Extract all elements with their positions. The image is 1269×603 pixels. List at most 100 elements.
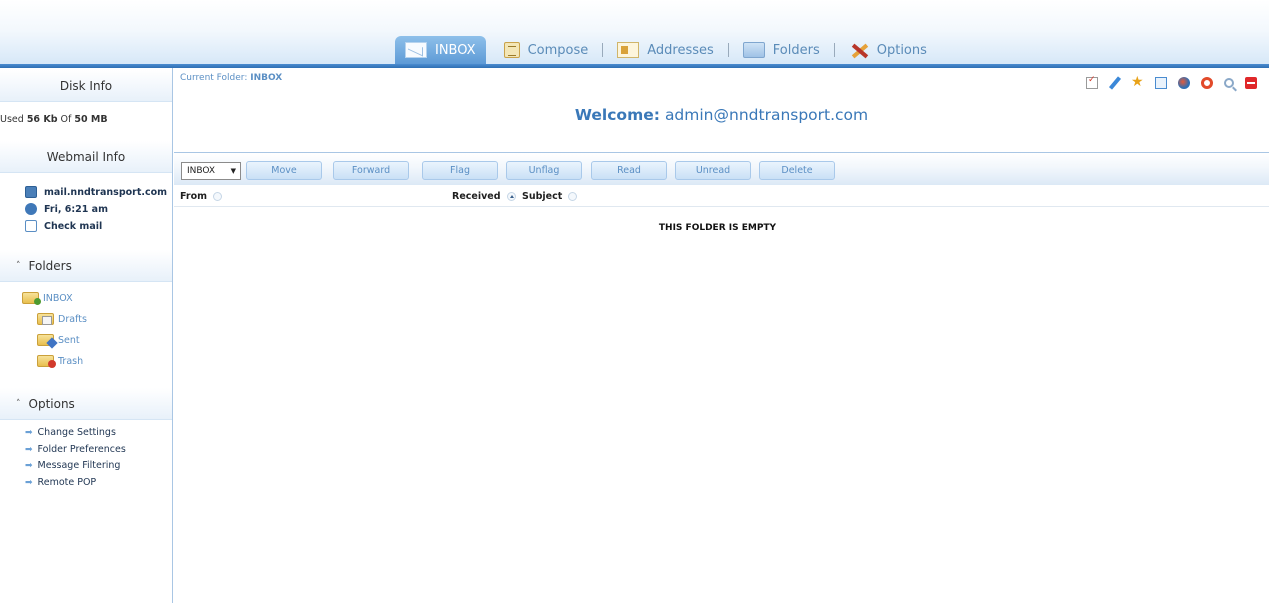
message-list-header: From Received Subject xyxy=(174,186,1269,207)
message-toolbar: INBOX ▼ Move Forward Flag Unflag Read Un… xyxy=(174,152,1269,185)
forward-button[interactable]: Forward xyxy=(333,161,409,180)
favorites-icon[interactable] xyxy=(1131,74,1144,90)
disk-info-title: Disk Info xyxy=(59,78,113,93)
current-folder-label: Current Folder: xyxy=(180,73,248,83)
folder-select-value: INBOX xyxy=(187,166,216,176)
column-from[interactable]: From xyxy=(180,191,222,202)
disk-quota: 50 MB xyxy=(74,114,108,125)
read-button[interactable]: Read xyxy=(591,161,667,180)
disk-info-header: Disk Info xyxy=(0,70,172,102)
chevron-up-icon: ˄ xyxy=(16,260,21,271)
tab-options-label: Options xyxy=(876,42,927,58)
tab-compose[interactable]: Compose xyxy=(494,36,599,64)
arrow-right-icon: ➡ xyxy=(25,460,33,471)
column-received-label: Received xyxy=(452,191,501,202)
tab-folders[interactable]: Folders xyxy=(733,36,830,64)
mail-icon xyxy=(405,42,427,58)
disk-used-value: 56 Kb xyxy=(26,114,58,125)
webmail-host-text: mail.nndtransport.com xyxy=(44,186,168,198)
flag-button[interactable]: Flag xyxy=(422,161,498,180)
webmail-time: Fri, 6:21 am xyxy=(25,203,108,215)
tab-separator xyxy=(602,43,604,57)
column-received[interactable]: Received xyxy=(452,191,516,202)
sidebar-folder-sent[interactable]: Sent xyxy=(37,334,80,346)
tools-icon xyxy=(849,42,869,58)
check-mail-text: Check mail xyxy=(44,220,103,232)
folder-select[interactable]: INBOX ▼ xyxy=(181,162,241,180)
option-label: Message Filtering xyxy=(37,460,121,471)
folders-title: Folders xyxy=(28,258,72,273)
unread-button[interactable]: Unread xyxy=(675,161,751,180)
compose-icon xyxy=(503,42,520,58)
delete-button[interactable]: Delete xyxy=(759,161,835,180)
sidebar-folder-inbox[interactable]: INBOX xyxy=(22,292,73,305)
check-mail-link[interactable]: Check mail xyxy=(25,220,102,232)
welcome-banner: Welcome: admin@nndtransport.com xyxy=(174,106,1269,124)
drafts-folder-icon xyxy=(37,313,54,325)
arrow-right-icon: ➡ xyxy=(25,427,33,438)
column-subject-label: Subject xyxy=(522,191,563,202)
folder-icon xyxy=(742,42,765,58)
option-folder-preferences[interactable]: ➡ Folder Preferences xyxy=(25,444,126,455)
welcome-email: admin@nndtransport.com xyxy=(664,106,869,124)
sent-folder-icon xyxy=(37,334,54,346)
help-icon[interactable] xyxy=(1201,77,1213,89)
main-tabs: INBOX Compose Addresses Folders Options xyxy=(395,36,937,64)
option-label: Remote POP xyxy=(37,477,97,488)
option-label: Folder Preferences xyxy=(37,444,126,455)
option-message-filtering[interactable]: ➡ Message Filtering xyxy=(25,460,120,471)
tasks-icon[interactable] xyxy=(1086,75,1098,89)
sidebar-folder-trash[interactable]: Trash xyxy=(37,355,84,368)
tab-separator xyxy=(727,43,729,57)
folder-label: Drafts xyxy=(58,313,87,325)
tab-addresses-label: Addresses xyxy=(647,42,714,58)
sidebar: Disk Info Used 56 Kb Of 50 MB Webmail In… xyxy=(0,68,173,603)
tab-inbox-label: INBOX xyxy=(435,42,476,58)
folder-label: INBOX xyxy=(43,292,73,304)
options-header[interactable]: ˄ Options xyxy=(0,388,172,420)
globe-icon[interactable] xyxy=(1178,77,1190,89)
notes-icon[interactable] xyxy=(1109,77,1121,89)
sort-icon xyxy=(568,192,578,201)
tab-folders-label: Folders xyxy=(772,42,820,58)
folder-label: Trash xyxy=(58,355,84,367)
disk-used-label: Used xyxy=(0,114,24,125)
webmail-host: mail.nndtransport.com xyxy=(25,186,167,198)
calendar-icon[interactable] xyxy=(1155,77,1167,89)
monitor-icon xyxy=(25,186,37,198)
webmail-info-header: Webmail Info xyxy=(0,141,172,173)
refresh-icon xyxy=(25,220,37,232)
sidebar-folder-drafts[interactable]: Drafts xyxy=(37,313,87,325)
trash-folder-icon xyxy=(37,355,56,368)
folders-header[interactable]: ˄ Folders xyxy=(0,250,172,282)
unflag-button[interactable]: Unflag xyxy=(506,161,582,180)
webmail-time-text: Fri, 6:21 am xyxy=(44,203,108,215)
column-subject[interactable]: Subject xyxy=(522,191,578,202)
folder-label: Sent xyxy=(58,334,80,346)
top-navigation-bar: INBOX Compose Addresses Folders Options xyxy=(0,0,1269,68)
tab-inbox[interactable]: INBOX xyxy=(395,36,486,64)
arrow-right-icon: ➡ xyxy=(25,477,33,488)
sort-ascending-icon xyxy=(506,192,516,201)
tab-compose-label: Compose xyxy=(527,42,589,58)
disk-of-label: Of xyxy=(60,114,72,125)
tab-options[interactable]: Options xyxy=(839,36,937,64)
disk-usage: Used 56 Kb Of 50 MB xyxy=(0,114,108,125)
webmail-info-title: Webmail Info xyxy=(46,149,126,164)
inbox-folder-icon xyxy=(22,292,41,305)
arrow-right-icon: ➡ xyxy=(25,444,33,455)
column-from-label: From xyxy=(180,191,207,202)
options-title: Options xyxy=(28,396,75,411)
logout-icon[interactable] xyxy=(1245,77,1257,89)
move-button[interactable]: Move xyxy=(246,161,322,180)
option-remote-pop[interactable]: ➡ Remote POP xyxy=(25,477,96,488)
option-change-settings[interactable]: ➡ Change Settings xyxy=(25,427,116,438)
sort-icon xyxy=(213,192,222,201)
tab-addresses[interactable]: Addresses xyxy=(607,36,724,64)
current-folder-indicator: Current Folder: INBOX xyxy=(180,73,282,83)
tab-separator xyxy=(833,43,835,57)
empty-folder-message: THIS FOLDER IS EMPTY xyxy=(658,223,777,233)
clock-icon xyxy=(25,203,37,215)
search-icon[interactable] xyxy=(1224,78,1234,88)
address-book-icon xyxy=(617,42,640,58)
